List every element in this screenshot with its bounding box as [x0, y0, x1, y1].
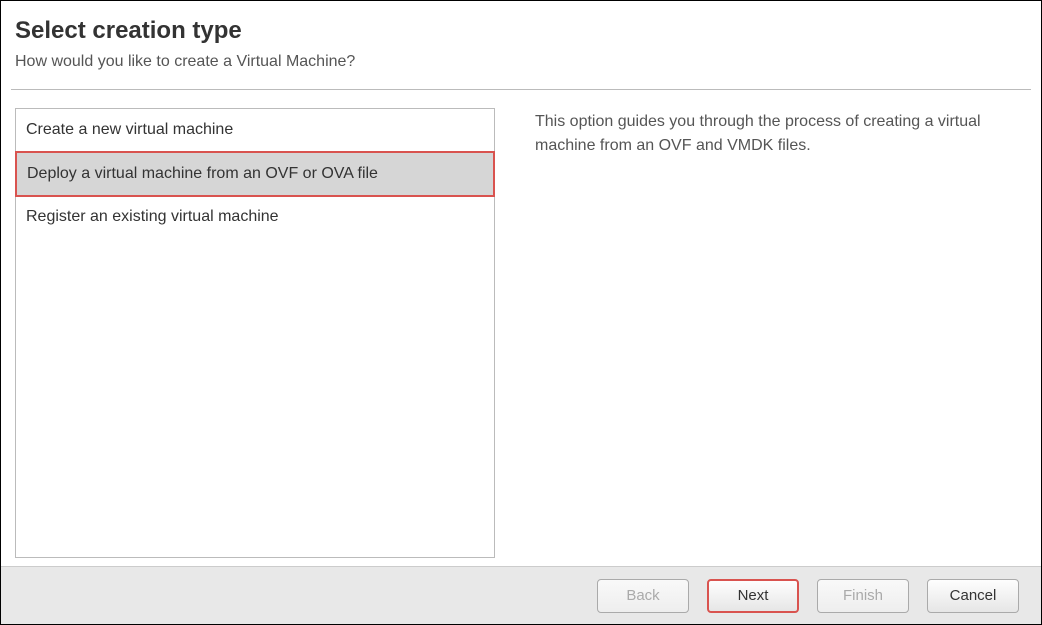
wizard-content: Create a new virtual machine Deploy a vi…	[1, 90, 1041, 558]
finish-button[interactable]: Finish	[817, 579, 909, 613]
creation-type-list: Create a new virtual machine Deploy a vi…	[15, 108, 495, 558]
option-label: Deploy a virtual machine from an OVF or …	[27, 165, 378, 182]
option-create-new-vm[interactable]: Create a new virtual machine	[16, 109, 494, 152]
option-description: This option guides you through the proce…	[535, 108, 1027, 558]
back-button[interactable]: Back	[597, 579, 689, 613]
option-label: Create a new virtual machine	[26, 121, 233, 138]
page-title: Select creation type	[15, 17, 1027, 45]
wizard-footer: Back Next Finish Cancel	[1, 566, 1041, 624]
option-deploy-from-ovf[interactable]: Deploy a virtual machine from an OVF or …	[15, 151, 495, 197]
page-subtitle: How would you like to create a Virtual M…	[15, 53, 1027, 71]
cancel-button[interactable]: Cancel	[927, 579, 1019, 613]
option-label: Register an existing virtual machine	[26, 208, 279, 225]
option-register-existing-vm[interactable]: Register an existing virtual machine	[16, 196, 494, 239]
next-button[interactable]: Next	[707, 579, 799, 613]
wizard-header: Select creation type How would you like …	[1, 1, 1041, 89]
